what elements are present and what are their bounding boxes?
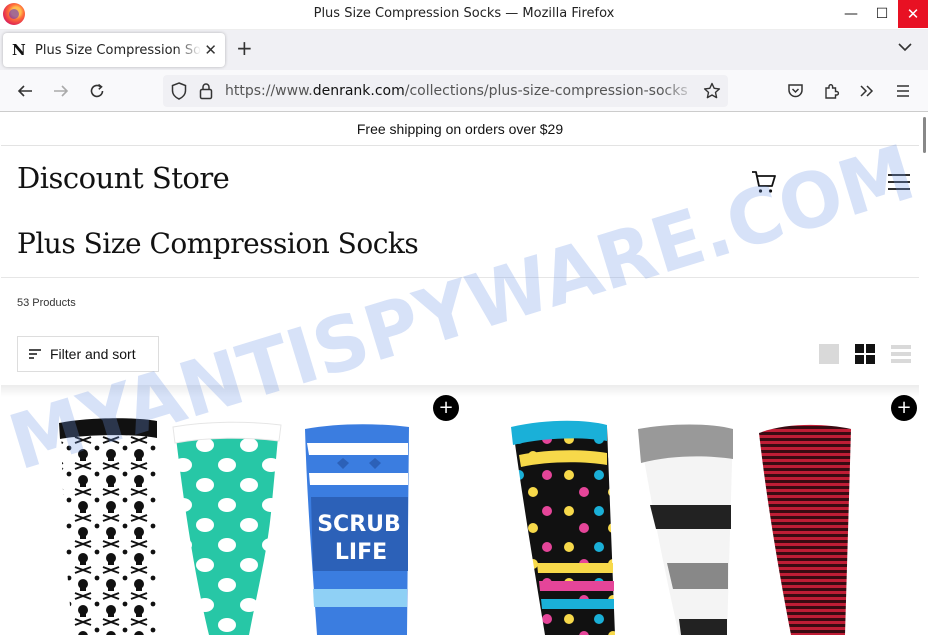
site-favicon-icon: N <box>12 41 26 59</box>
back-arrow-icon <box>17 85 32 97</box>
url-text[interactable]: https://www.denrank.com/collections/plus… <box>225 83 699 99</box>
forward-arrow-icon <box>54 85 69 97</box>
window-title: Plus Size Compression Socks — Mozilla Fi… <box>313 6 615 21</box>
product-image <box>511 420 851 635</box>
close-tab-icon[interactable]: ✕ <box>204 41 217 59</box>
hamburger-menu-icon <box>897 85 909 97</box>
grid-view-icon[interactable] <box>855 344 875 364</box>
quick-add-button[interactable]: + <box>891 395 917 421</box>
product-card[interactable]: + <box>475 393 921 635</box>
forward-button[interactable] <box>49 79 73 103</box>
divider <box>1 277 919 278</box>
filter-label: Filter and sort <box>50 346 136 362</box>
star-icon[interactable] <box>703 82 721 100</box>
announcement-bar: Free shipping on orders over $29 <box>1 113 919 146</box>
filter-and-sort-button[interactable]: Filter and sort <box>17 336 159 372</box>
product-count: 53 Products <box>17 297 76 309</box>
extensions-button[interactable] <box>821 81 841 101</box>
store-logo-link[interactable]: Discount Store <box>17 161 230 195</box>
filter-icon <box>29 349 41 359</box>
tab-strip: N Plus Size Compression Socks ✕ + <box>0 30 928 70</box>
reload-button[interactable] <box>85 79 109 103</box>
page-scrollbar[interactable] <box>919 113 927 635</box>
tab-label: Plus Size Compression Socks <box>35 42 201 58</box>
scrollbar-thumb[interactable] <box>923 117 926 153</box>
maximize-button[interactable]: ☐ <box>869 0 895 28</box>
window-titlebar: Plus Size Compression Socks — Mozilla Fi… <box>0 0 928 30</box>
page-viewport: Free shipping on orders over $29 Discoun… <box>1 113 927 635</box>
single-column-view-icon[interactable] <box>819 344 839 364</box>
reload-icon <box>90 83 104 98</box>
minimize-button[interactable]: — <box>838 0 864 28</box>
lock-icon[interactable] <box>199 82 213 100</box>
extensions-icon <box>824 83 839 99</box>
product-image: SCRUB LIFE <box>59 418 409 635</box>
list-all-tabs-button[interactable] <box>898 40 912 56</box>
list-view-icon[interactable] <box>891 344 911 364</box>
new-tab-button[interactable]: + <box>236 38 253 58</box>
tab-plus-size-compression-socks[interactable]: N Plus Size Compression Socks ✕ <box>3 33 225 67</box>
svg-text:LIFE: LIFE <box>335 540 387 565</box>
back-button[interactable] <box>13 79 37 103</box>
cart-icon[interactable] <box>751 170 777 194</box>
navigation-toolbar: https://www.denrank.com/collections/plus… <box>0 70 928 112</box>
more-tools-button[interactable] <box>857 81 877 101</box>
product-card[interactable]: SCRUB LIFE + <box>17 393 463 635</box>
close-window-button[interactable]: ✕ <box>898 0 928 28</box>
url-bar[interactable]: https://www.denrank.com/collections/plus… <box>163 75 728 107</box>
quick-add-button[interactable]: + <box>433 395 459 421</box>
collection-title: Plus Size Compression Socks <box>17 227 419 260</box>
hamburger-menu-icon[interactable] <box>887 173 911 191</box>
app-menu-button[interactable] <box>893 81 913 101</box>
pocket-icon <box>787 84 803 98</box>
shield-icon[interactable] <box>171 82 187 100</box>
pocket-button[interactable] <box>785 81 805 101</box>
overflow-icon <box>860 85 874 97</box>
svg-text:SCRUB: SCRUB <box>317 512 401 537</box>
